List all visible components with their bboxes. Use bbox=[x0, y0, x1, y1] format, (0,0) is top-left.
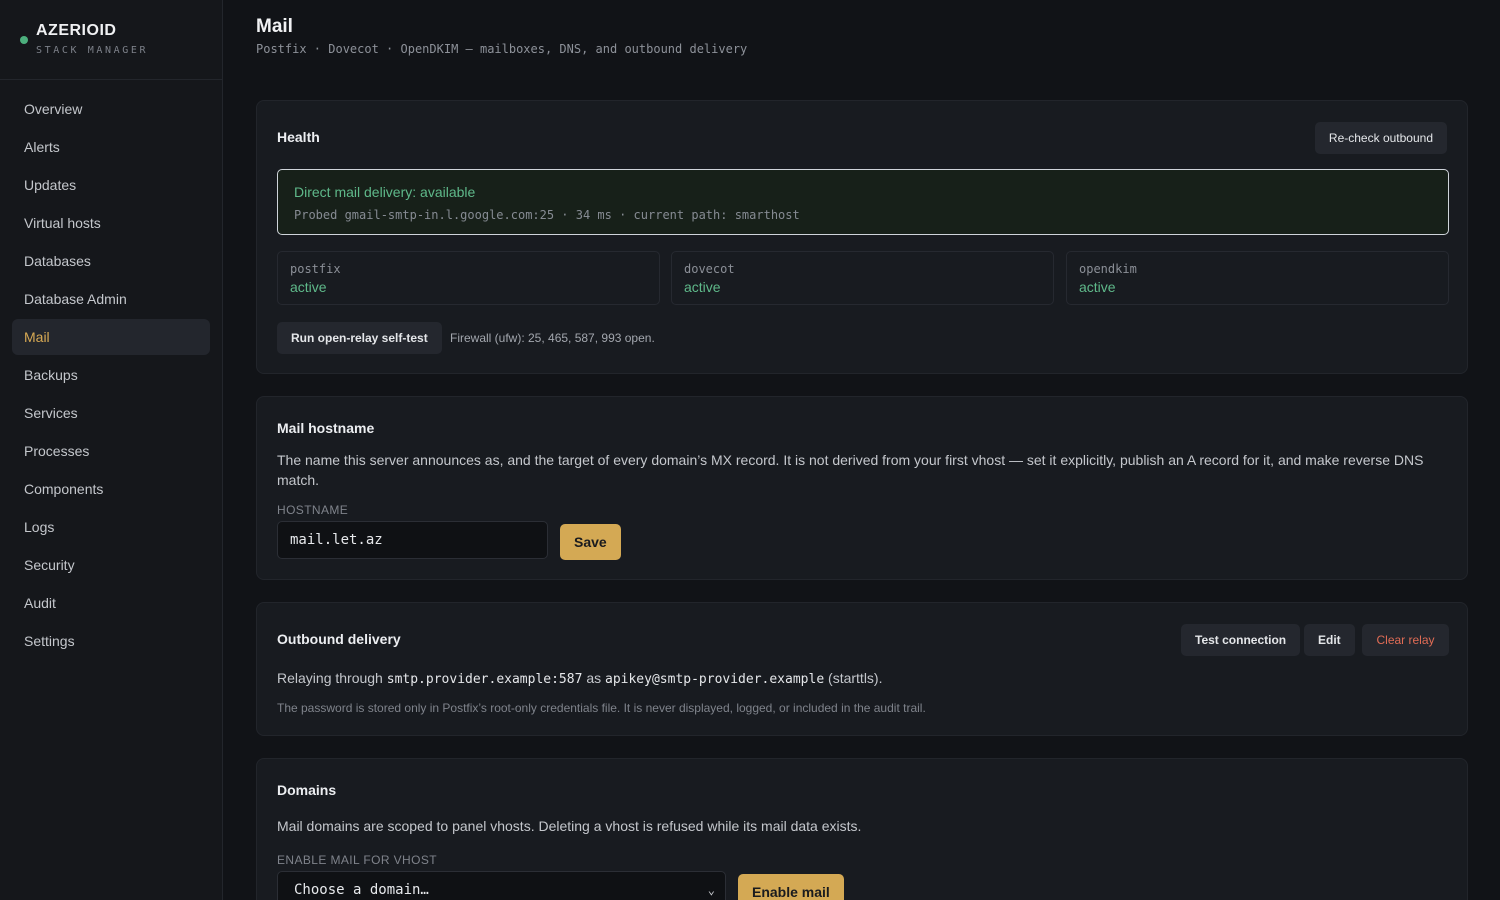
service-state: active bbox=[684, 279, 721, 295]
sidebar-nav: Overview Alerts Updates Virtual hosts Da… bbox=[0, 80, 222, 659]
sidebar-item-mail[interactable]: Mail bbox=[12, 319, 210, 355]
service-state: active bbox=[1079, 279, 1116, 295]
password-note: The password is stored only in Postfix’s… bbox=[277, 701, 926, 715]
sidebar-item-overview[interactable]: Overview bbox=[12, 91, 210, 127]
edit-relay-button[interactable]: Edit bbox=[1304, 624, 1355, 656]
sidebar-item-security[interactable]: Security bbox=[12, 547, 210, 583]
relay-as: as bbox=[586, 670, 602, 686]
hostname-description: The name this server announces as, and t… bbox=[277, 452, 1424, 488]
delivery-status-detail: Probed gmail-smtp-in.l.google.com:25 · 3… bbox=[294, 208, 800, 222]
sidebar-item-audit[interactable]: Audit bbox=[12, 585, 210, 621]
sidebar-item-processes[interactable]: Processes bbox=[12, 433, 210, 469]
relay-host: smtp.provider.example:587 bbox=[386, 672, 583, 687]
clear-relay-button[interactable]: Clear relay bbox=[1362, 624, 1449, 656]
test-connection-button[interactable]: Test connection bbox=[1181, 624, 1301, 656]
service-name: postfix bbox=[290, 262, 341, 276]
sidebar-item-backups[interactable]: Backups bbox=[12, 357, 210, 393]
relay-summary: Relaying through smtp.provider.example:5… bbox=[277, 668, 883, 690]
sidebar-item-services[interactable]: Services bbox=[12, 395, 210, 431]
recheck-outbound-button[interactable]: Re-check outbound bbox=[1314, 122, 1447, 154]
firewall-status: Firewall (ufw): 25, 465, 587, 993 open. bbox=[450, 331, 655, 345]
brand-subtitle: STACK MANAGER bbox=[36, 45, 149, 56]
enable-vhost-field-label: ENABLE MAIL FOR VHOST bbox=[277, 853, 437, 867]
hostname-title: Mail hostname bbox=[277, 420, 375, 436]
sidebar-item-alerts[interactable]: Alerts bbox=[12, 129, 210, 165]
brand: AZERIOID STACK MANAGER bbox=[0, 0, 222, 80]
relay-suffix: (starttls). bbox=[828, 670, 883, 686]
enable-mail-button[interactable]: Enable mail bbox=[738, 874, 844, 900]
health-title: Health bbox=[277, 129, 320, 145]
vhost-select-value: Choose a domain… bbox=[294, 882, 429, 898]
save-hostname-button[interactable]: Save bbox=[560, 524, 621, 560]
service-state: active bbox=[290, 279, 327, 295]
service-name: opendkim bbox=[1079, 262, 1137, 276]
sidebar-item-virtual-hosts[interactable]: Virtual hosts bbox=[12, 205, 210, 241]
relay-prefix: Relaying through bbox=[277, 670, 383, 686]
domains-card: Domains Mail domains are scoped to panel… bbox=[256, 758, 1468, 900]
open-relay-test-button[interactable]: Run open-relay self-test bbox=[277, 322, 442, 354]
sidebar-item-databases[interactable]: Databases bbox=[12, 243, 210, 279]
domains-title: Domains bbox=[277, 782, 337, 798]
hostname-field-label: HOSTNAME bbox=[277, 503, 349, 517]
vhost-select[interactable]: Choose a domain… ⌄ bbox=[277, 871, 726, 900]
relay-user: apikey@smtp-provider.example bbox=[605, 672, 825, 687]
chevron-down-icon: ⌄ bbox=[707, 883, 715, 897]
hostname-input[interactable]: mail.let.az bbox=[277, 521, 548, 559]
sidebar-item-logs[interactable]: Logs bbox=[12, 509, 210, 545]
health-card: Health Re-check outbound Direct mail del… bbox=[256, 100, 1468, 374]
service-name: dovecot bbox=[684, 262, 735, 276]
outbound-card: Outbound delivery Test connection Edit C… bbox=[256, 602, 1468, 736]
sidebar-item-components[interactable]: Components bbox=[12, 471, 210, 507]
service-postfix: postfix active bbox=[277, 251, 660, 305]
sidebar-item-database-admin[interactable]: Database Admin bbox=[12, 281, 210, 317]
service-opendkim: opendkim active bbox=[1066, 251, 1449, 305]
page-subtitle: Postfix · Dovecot · OpenDKIM — mailboxes… bbox=[256, 42, 748, 56]
main-content: Mail Postfix · Dovecot · OpenDKIM — mail… bbox=[224, 0, 1500, 900]
outbound-title: Outbound delivery bbox=[277, 631, 401, 647]
domains-description: Mail domains are scoped to panel vhosts.… bbox=[277, 818, 862, 834]
service-dovecot: dovecot active bbox=[671, 251, 1054, 305]
status-dot-icon bbox=[20, 36, 28, 44]
page-title: Mail bbox=[256, 16, 293, 37]
hostname-card: Mail hostname The name this server annou… bbox=[256, 396, 1468, 580]
sidebar: AZERIOID STACK MANAGER Overview Alerts U… bbox=[0, 0, 223, 900]
sidebar-item-updates[interactable]: Updates bbox=[12, 167, 210, 203]
sidebar-item-settings[interactable]: Settings bbox=[12, 623, 210, 659]
brand-name: AZERIOID bbox=[36, 22, 117, 39]
delivery-status-box: Direct mail delivery: available Probed g… bbox=[277, 169, 1449, 235]
delivery-status-heading: Direct mail delivery: available bbox=[294, 184, 476, 200]
